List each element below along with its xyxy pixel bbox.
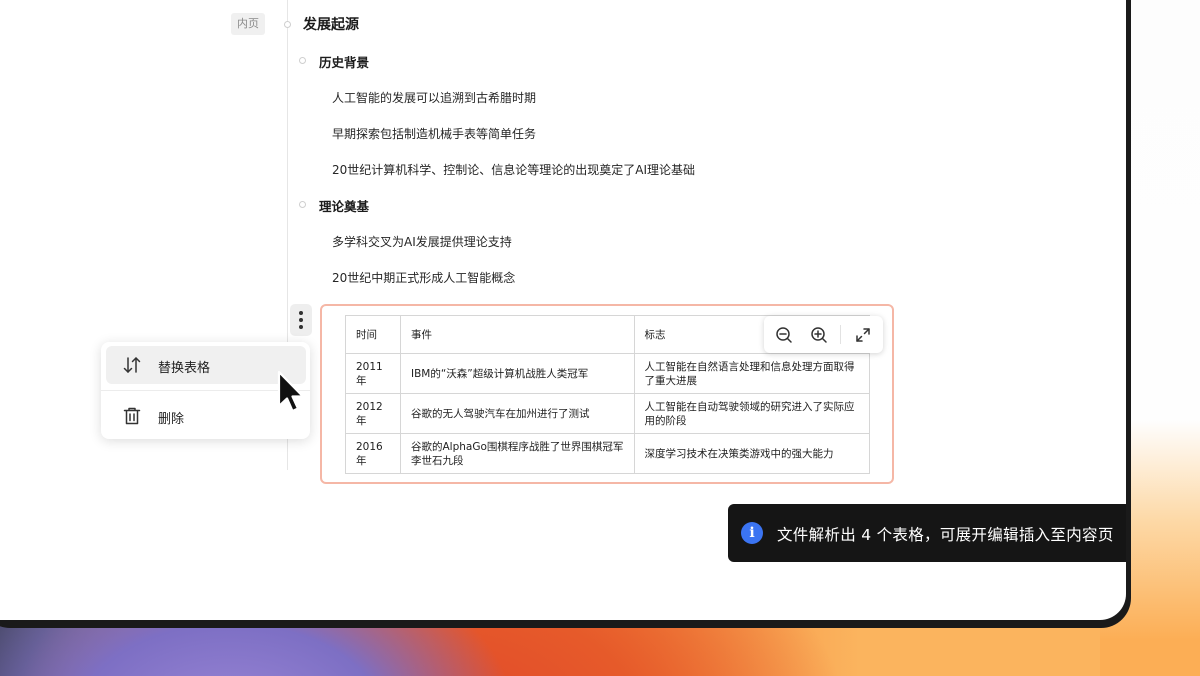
- table-cell[interactable]: 人工智能在自然语言处理和信息处理方面取得了重大进展: [633, 353, 871, 394]
- trash-icon: [122, 406, 142, 426]
- toolbar-divider: [840, 325, 841, 344]
- outline-title[interactable]: 发展起源: [303, 14, 359, 34]
- mouse-cursor-icon: [276, 370, 310, 424]
- table-cell[interactable]: 2016年: [345, 433, 401, 474]
- info-icon: [741, 522, 763, 544]
- more-dot-icon: [299, 311, 303, 315]
- swap-icon: [122, 355, 142, 375]
- table-header-cell[interactable]: 事件: [399, 315, 635, 354]
- table-row: 2012年 谷歌的无人驾驶汽车在加州进行了测试 人工智能在自动驾驶领域的研究进入…: [345, 393, 871, 434]
- outline-heading[interactable]: 理论奠基: [319, 196, 369, 215]
- table-header-cell[interactable]: 时间: [345, 315, 401, 354]
- table-cell[interactable]: 深度学习技术在决策类游戏中的强大能力: [633, 433, 871, 474]
- table-cell[interactable]: 2012年: [345, 393, 401, 434]
- outline-item[interactable]: 20世纪中期正式形成人工智能概念: [332, 269, 515, 286]
- outline-heading[interactable]: 历史背景: [319, 52, 369, 71]
- more-dot-icon: [299, 318, 303, 322]
- toast-message: 文件解析出 4 个表格，可展开编辑插入至内容页: [777, 526, 1114, 544]
- zoom-in-icon[interactable]: [808, 324, 830, 346]
- outline-item[interactable]: 早期探索包括制造机械手表等简单任务: [332, 125, 536, 142]
- outline-node-dot: [284, 21, 291, 28]
- menu-item-label: 删除: [158, 412, 185, 427]
- table-cell[interactable]: 谷歌的无人驾驶汽车在加州进行了测试: [399, 393, 635, 434]
- table-cell[interactable]: IBM的“沃森”超级计算机战胜人类冠军: [399, 353, 635, 394]
- outline-item[interactable]: 20世纪计算机科学、控制论、信息论等理论的出现奠定了AI理论基础: [332, 161, 695, 178]
- outline-item[interactable]: 多学科交叉为AI发展提供理论支持: [332, 233, 512, 250]
- editor-screen: 内页 发展起源 历史背景 人工智能的发展可以追溯到古希腊时期 早期探索包括制造机…: [0, 0, 1126, 620]
- outline-node-dot: [299, 201, 306, 208]
- outline-item[interactable]: 人工智能的发展可以追溯到古希腊时期: [332, 89, 536, 106]
- table-row: 2011年 IBM的“沃森”超级计算机战胜人类冠军 人工智能在自然语言处理和信息…: [345, 353, 871, 394]
- fullscreen-icon[interactable]: [852, 324, 874, 346]
- menu-item-label: 替换表格: [158, 361, 211, 376]
- editor-canvas: 内页 发展起源 历史背景 人工智能的发展可以追溯到古希腊时期 早期探索包括制造机…: [0, 0, 1126, 620]
- more-options-button[interactable]: [290, 304, 312, 336]
- notification-toast: 文件解析出 4 个表格，可展开编辑插入至内容页: [728, 504, 1126, 562]
- zoom-out-icon[interactable]: [773, 324, 795, 346]
- section-tag[interactable]: 内页: [231, 13, 265, 35]
- table-cell[interactable]: 人工智能在自动驾驶领域的研究进入了实际应用的阶段: [633, 393, 871, 434]
- table-cell[interactable]: 2011年: [345, 353, 401, 394]
- table-row: 2016年 谷歌的AlphaGo围棋程序战胜了世界围棋冠军李世石九段 深度学习技…: [345, 433, 871, 474]
- table-cell[interactable]: 谷歌的AlphaGo围棋程序战胜了世界围棋冠军李世石九段: [399, 433, 635, 474]
- more-dot-icon: [299, 325, 303, 329]
- zoom-toolbar: [764, 316, 883, 353]
- outline-node-dot: [299, 57, 306, 64]
